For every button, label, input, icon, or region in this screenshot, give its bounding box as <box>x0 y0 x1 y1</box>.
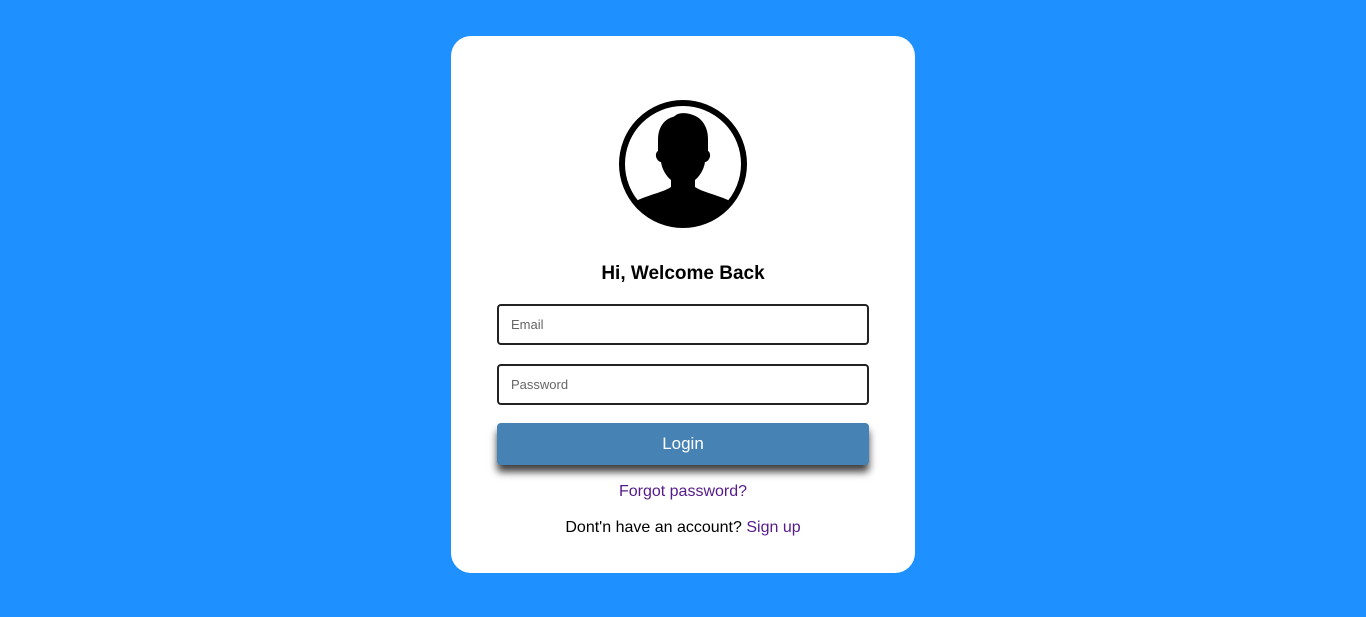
forgot-password-link[interactable]: Forgot password? <box>619 483 747 500</box>
welcome-title: Hi, Welcome Back <box>601 263 765 284</box>
no-account-text: Dont'n have an account? <box>565 519 742 536</box>
password-input[interactable] <box>497 364 869 405</box>
email-input[interactable] <box>497 304 869 345</box>
forgot-password-row: Forgot password? <box>451 483 915 501</box>
user-profile-icon <box>618 99 748 229</box>
signup-row: Dont'n have an account? Sign up <box>451 519 915 537</box>
signup-link[interactable]: Sign up <box>746 519 800 536</box>
login-card: Hi, Welcome Back Login Forgot password? … <box>451 36 915 573</box>
login-button[interactable]: Login <box>497 423 869 465</box>
